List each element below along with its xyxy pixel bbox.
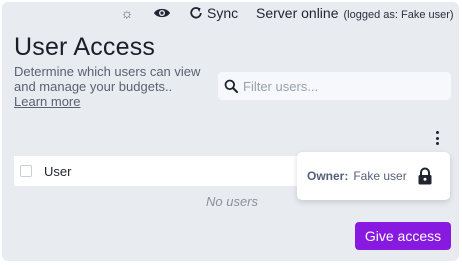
lock-icon bbox=[418, 167, 432, 185]
app-window: ☼ Sync Server online (logged as: Fake us… bbox=[2, 2, 459, 261]
server-status-text: Server online bbox=[256, 5, 339, 21]
sync-button[interactable]: Sync bbox=[189, 3, 238, 23]
select-all-checkbox[interactable] bbox=[20, 165, 32, 177]
owner-name: Fake user bbox=[353, 169, 407, 183]
filter-box bbox=[218, 72, 451, 100]
kebab-dot bbox=[435, 136, 439, 140]
logged-as-text: (logged as: Fake user) bbox=[343, 9, 454, 21]
kebab-dot bbox=[435, 142, 439, 145]
owner-popover: Owner: Fake user bbox=[297, 152, 450, 200]
filter-users-input[interactable] bbox=[243, 78, 433, 94]
table-header: User bbox=[14, 156, 304, 186]
owner-label: Owner: bbox=[307, 169, 349, 183]
column-header-user: User bbox=[44, 163, 72, 179]
eye-icon[interactable] bbox=[153, 5, 171, 21]
kebab-dot bbox=[435, 131, 439, 134]
sync-icon bbox=[190, 7, 202, 19]
give-access-button[interactable]: Give access bbox=[355, 222, 451, 250]
sync-label: Sync bbox=[207, 5, 239, 21]
server-status[interactable]: Server online (logged as: Fake user) bbox=[256, 3, 454, 23]
description-text: Determine which users can view and manag… bbox=[14, 64, 201, 94]
more-options-icon[interactable] bbox=[433, 130, 441, 146]
sun-icon[interactable]: ☼ bbox=[119, 5, 135, 21]
search-icon bbox=[224, 79, 238, 93]
page-title: User Access bbox=[14, 33, 156, 61]
page-description: Determine which users can view and manag… bbox=[14, 64, 219, 109]
learn-more-link[interactable]: Learn more bbox=[14, 94, 80, 109]
